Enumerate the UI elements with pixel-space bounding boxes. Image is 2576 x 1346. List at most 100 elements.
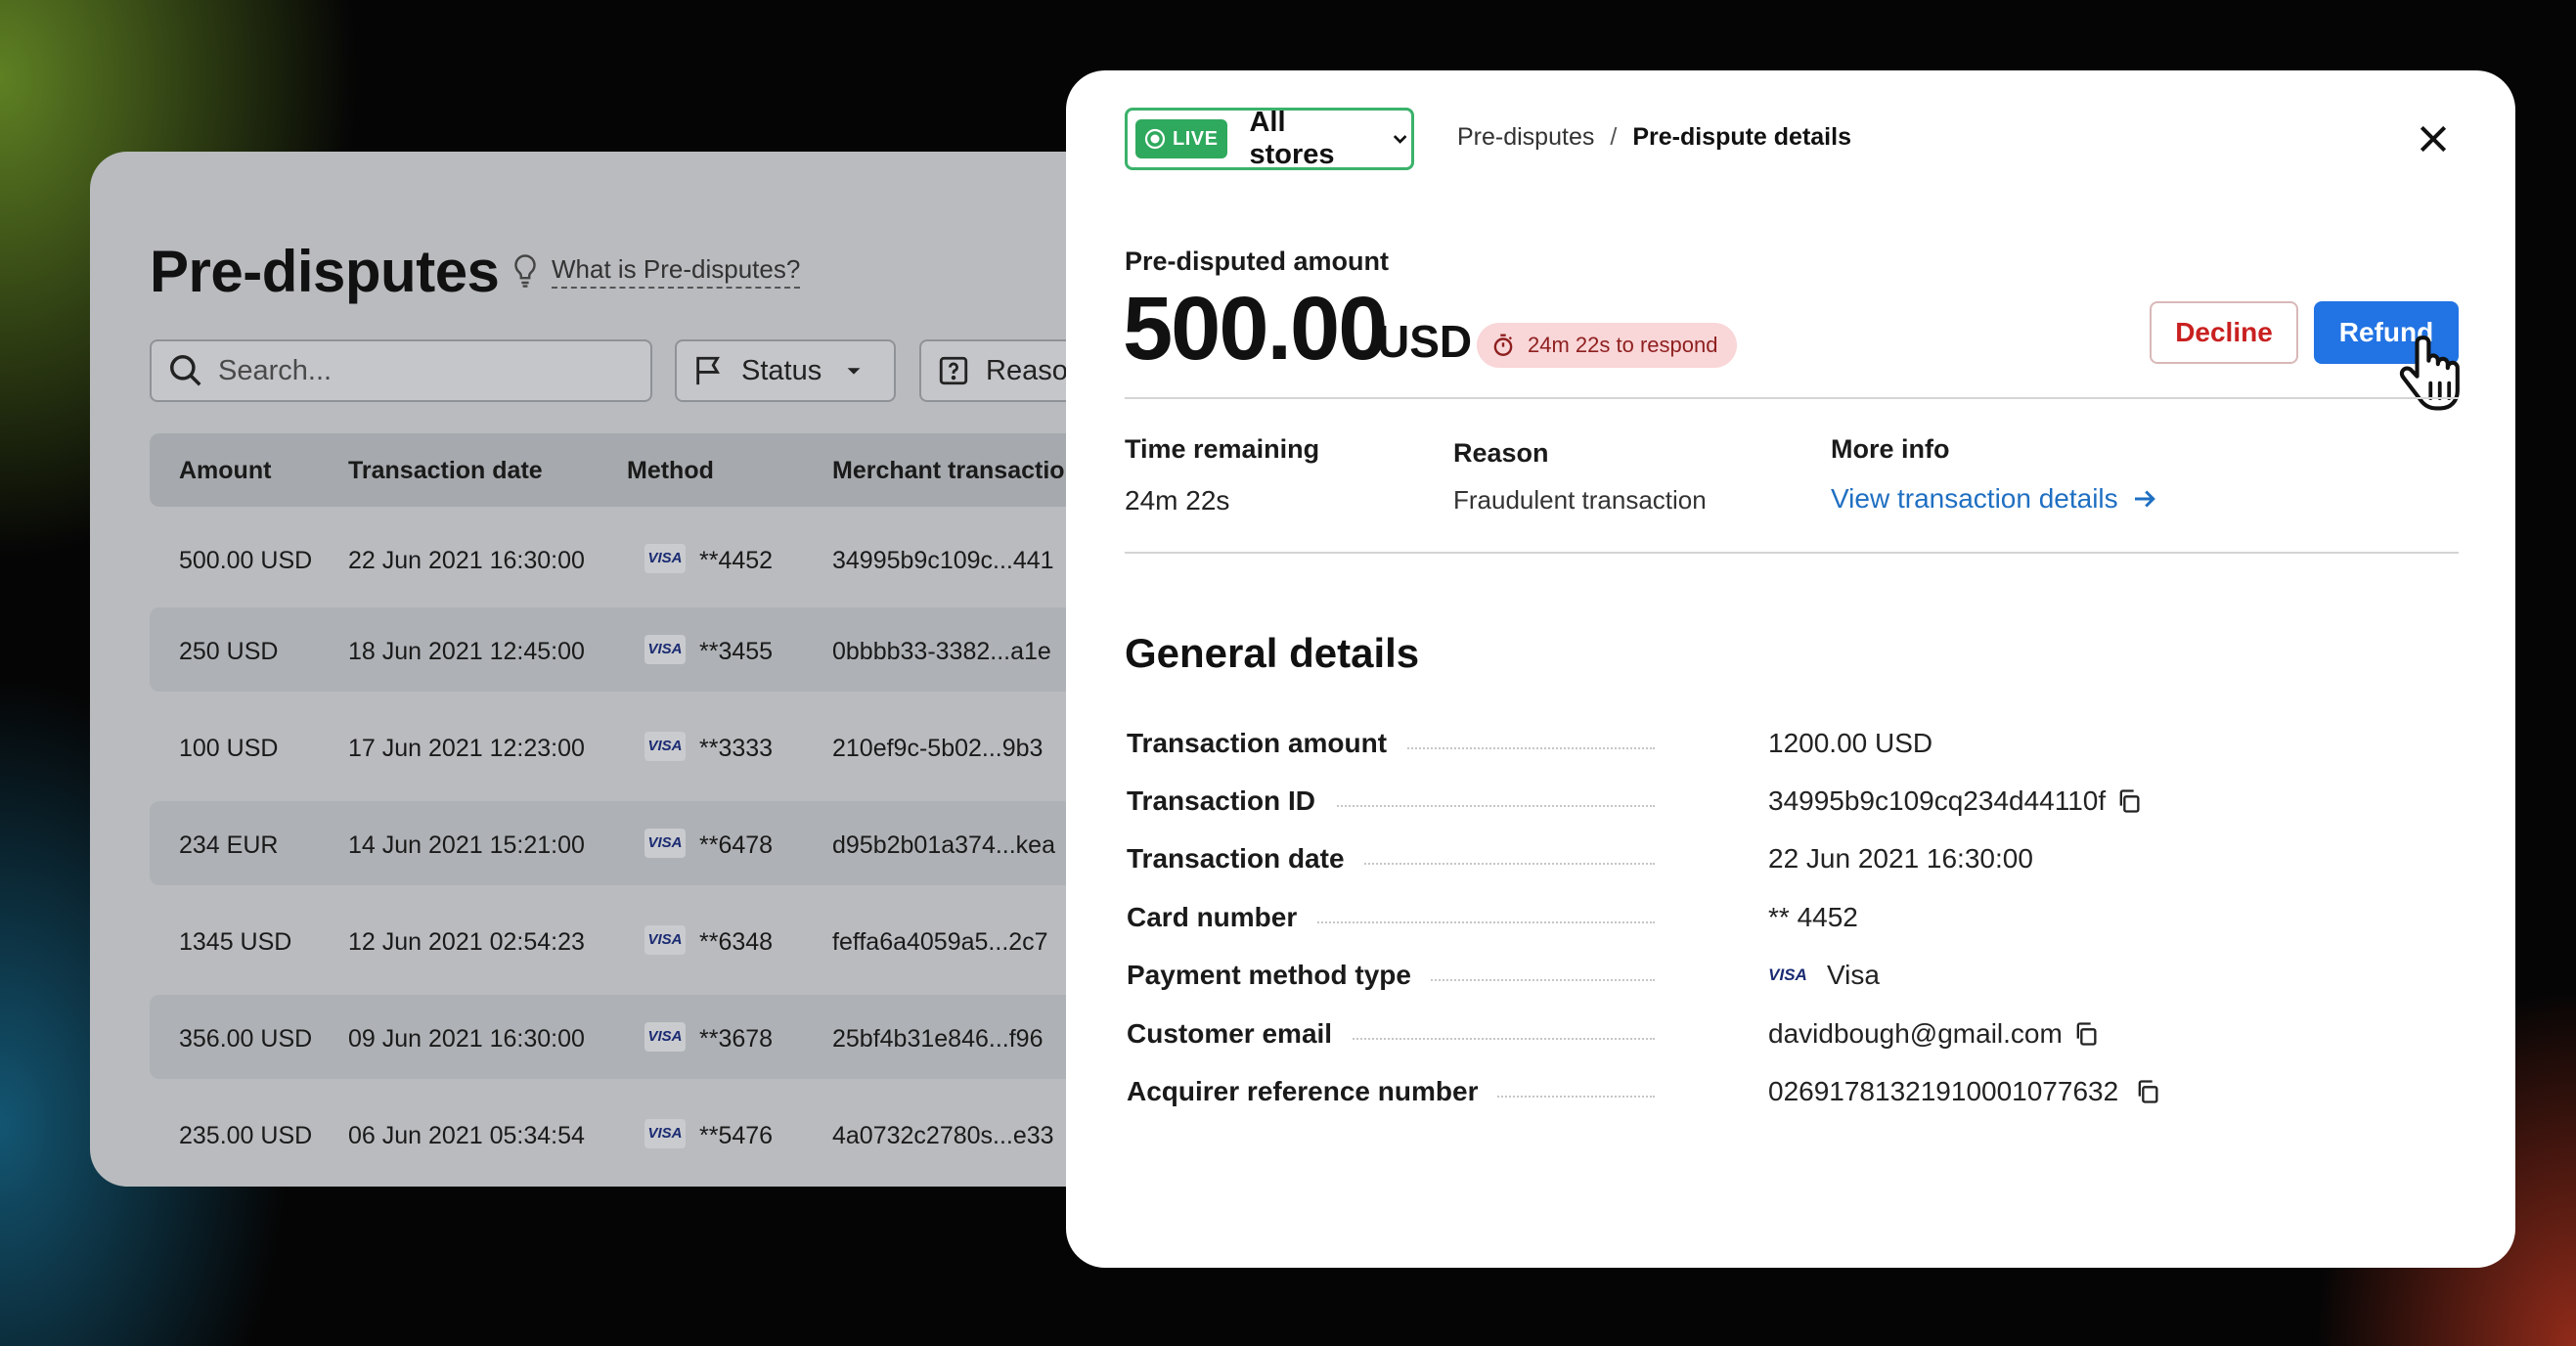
live-dot-icon	[1144, 128, 1166, 150]
visa-icon: VISA	[644, 544, 686, 573]
column-header-transaction-date[interactable]: Transaction date	[348, 457, 543, 485]
row-card: **3333	[699, 735, 774, 762]
search-input[interactable]: Search...	[150, 339, 652, 402]
detail-row-transaction-date: Transaction date 22 Jun 2021 16:30:00	[1127, 835, 2398, 884]
row-card: **3678	[699, 1025, 774, 1053]
detail-row-payment-method-type: Payment method type VISA Visa	[1127, 952, 2398, 1001]
reason-value: Fraudulent transaction	[1453, 485, 1707, 515]
table-row[interactable]: 100 USD 17 Jun 2021 12:23:00 VISA **3333…	[150, 704, 1166, 788]
visa-icon: VISA	[644, 1119, 686, 1148]
row-merchant-transaction: d95b2b01a374...kea	[832, 831, 1055, 859]
row-merchant-transaction: 34995b9c109c...441	[832, 547, 1054, 574]
question-box-icon	[939, 356, 968, 385]
copy-icon[interactable]	[2134, 1078, 2161, 1105]
row-merchant-transaction: feffa6a4059a5...2c7	[832, 928, 1048, 956]
detail-label: Transaction date	[1127, 843, 1364, 875]
decline-button[interactable]: Decline	[2150, 301, 2298, 364]
row-card: **4452	[699, 547, 774, 574]
chevron-down-icon	[847, 368, 861, 375]
stopwatch-icon	[1493, 334, 1513, 356]
row-card: **6478	[699, 831, 774, 859]
lightbulb-icon	[514, 254, 536, 288]
flag-icon	[696, 356, 721, 385]
row-date: 18 Jun 2021 12:45:00	[348, 638, 585, 665]
detail-value: 34995b9c109cq234d44110f	[1768, 785, 2107, 816]
store-selector[interactable]: LIVE All stores	[1125, 107, 1414, 170]
table-row[interactable]: 356.00 USD 09 Jun 2021 16:30:00 VISA **3…	[150, 995, 1166, 1079]
detail-value: Visa	[1827, 960, 1880, 990]
amount-currency: USD	[1377, 316, 1473, 367]
row-card: **3455	[699, 638, 774, 665]
column-header-amount[interactable]: Amount	[179, 457, 271, 485]
copy-icon[interactable]	[2115, 787, 2143, 815]
row-card: **5476	[699, 1122, 774, 1149]
visa-icon: VISA	[644, 925, 686, 955]
table-row[interactable]: 250 USD 18 Jun 2021 12:45:00 VISA **3455…	[150, 607, 1166, 692]
visa-icon: VISA	[644, 1022, 686, 1052]
breadcrumb-parent[interactable]: Pre-disputes	[1457, 123, 1594, 152]
copy-icon[interactable]	[2072, 1020, 2100, 1048]
general-details-title: General details	[1125, 630, 1420, 676]
detail-value: davidbough@gmail.com	[1768, 1018, 2063, 1049]
row-merchant-transaction: 4a0732c2780s...e33	[832, 1122, 1054, 1149]
view-transaction-details-text: View transaction details	[1831, 483, 2118, 514]
store-name: All stores	[1249, 107, 1335, 170]
row-date: 22 Jun 2021 16:30:00	[348, 547, 585, 574]
pre-disputes-list-panel: Pre-disputes What is Pre-disputes? Searc…	[90, 152, 1166, 1187]
divider	[1125, 397, 2459, 399]
breadcrumb: Pre-disputes / Pre-dispute details	[1457, 123, 1851, 152]
table-row[interactable]: 235.00 USD 06 Jun 2021 05:34:54 VISA **5…	[150, 1092, 1166, 1176]
view-transaction-details-link[interactable]: View transaction details	[1831, 483, 2159, 515]
row-date: 06 Jun 2021 05:34:54	[348, 1122, 585, 1149]
live-label: LIVE	[1173, 127, 1219, 150]
status-filter-label: Status	[741, 354, 822, 386]
detail-label: Transaction ID	[1127, 785, 1335, 817]
hand-pointer-icon	[2399, 336, 2460, 411]
arrow-right-icon	[2134, 490, 2155, 508]
row-date: 17 Jun 2021 12:23:00	[348, 735, 585, 762]
status-filter-button[interactable]: Status	[675, 339, 896, 402]
detail-value: 02691781321910001077632	[1768, 1076, 2119, 1106]
column-header-method[interactable]: Method	[627, 457, 714, 485]
row-date: 14 Jun 2021 15:21:00	[348, 831, 585, 859]
row-amount: 250 USD	[179, 638, 279, 665]
row-amount: 1345 USD	[179, 928, 292, 956]
detail-label: Acquirer reference number	[1127, 1076, 1498, 1107]
table-row[interactable]: 234 EUR 14 Jun 2021 15:21:00 VISA **6478…	[150, 801, 1166, 885]
amount-label: Pre-disputed amount	[1125, 247, 1390, 276]
pre-dispute-details-modal: LIVE All stores Pre-disputes / Pre-dispu…	[1066, 70, 2515, 1268]
column-header-merchant-transaction[interactable]: Merchant transaction	[832, 457, 1080, 485]
detail-label: Transaction amount	[1127, 728, 1407, 759]
breadcrumb-separator: /	[1610, 123, 1618, 151]
row-date: 12 Jun 2021 02:54:23	[348, 928, 585, 956]
detail-value: 22 Jun 2021 16:30:00	[1768, 843, 2033, 874]
detail-label: Payment method type	[1127, 960, 1431, 991]
detail-value: 1200.00 USD	[1768, 728, 1933, 758]
row-amount: 100 USD	[179, 735, 279, 762]
table-row[interactable]: 1345 USD 12 Jun 2021 02:54:23 VISA **634…	[150, 898, 1166, 982]
visa-icon: VISA	[644, 732, 686, 761]
help-link-text[interactable]: What is Pre-disputes?	[552, 254, 801, 289]
help-link[interactable]: What is Pre-disputes?	[511, 253, 801, 289]
detail-row-card-number: Card number ** 4452	[1127, 894, 2398, 943]
row-card: **6348	[699, 928, 774, 956]
amount-value: 500.00	[1123, 279, 1388, 379]
detail-row-transaction-amount: Transaction amount 1200.00 USD	[1127, 720, 2398, 769]
visa-icon: VISA	[1768, 965, 1807, 984]
row-amount: 234 EUR	[179, 831, 279, 859]
reason-label: Reason	[1453, 438, 1549, 468]
table-row[interactable]: 500.00 USD 22 Jun 2021 16:30:00 VISA **4…	[150, 516, 1166, 601]
row-date: 09 Jun 2021 16:30:00	[348, 1025, 585, 1053]
detail-row-acquirer-reference-number: Acquirer reference number 02691781321910…	[1127, 1068, 2398, 1117]
more-info-label: More info	[1831, 434, 1950, 464]
search-placeholder: Search...	[218, 354, 333, 386]
row-amount: 235.00 USD	[179, 1122, 313, 1149]
detail-label: Customer email	[1127, 1018, 1353, 1050]
detail-label: Card number	[1127, 902, 1317, 933]
timer-text: 24m 22s to respond	[1528, 333, 1718, 357]
visa-icon: VISA	[644, 829, 686, 858]
close-icon[interactable]	[2414, 119, 2453, 158]
page-title: Pre-disputes	[150, 239, 500, 304]
live-badge: LIVE	[1135, 119, 1228, 158]
table-header: Amount Transaction date Method Merchant …	[150, 433, 1166, 507]
